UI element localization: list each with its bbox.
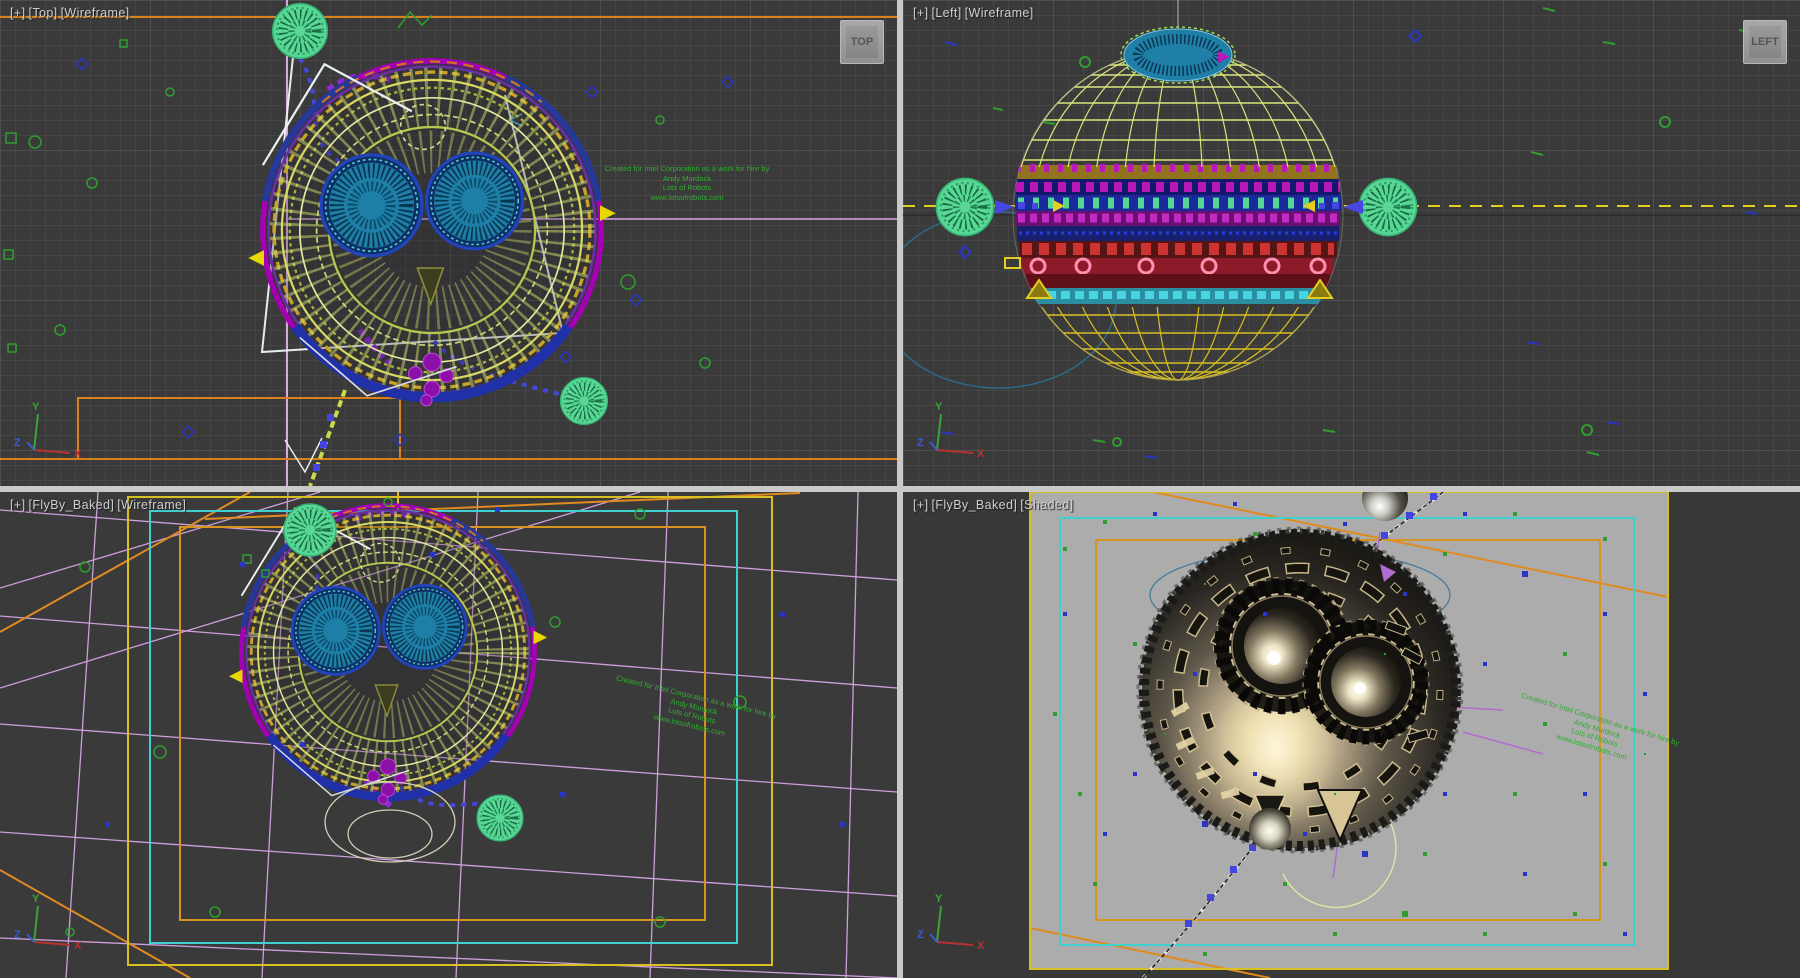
axis-y-label: Y <box>32 893 40 905</box>
axis-gizmo: X Y Z <box>917 401 985 460</box>
viewport-mode-button[interactable]: [Wireframe] <box>61 6 130 20</box>
green-sphere-bottom <box>477 795 523 841</box>
viewport-mode-button[interactable]: [Shaded] <box>1020 498 1073 512</box>
viewport-mode-button[interactable]: [Wireframe] <box>965 6 1034 20</box>
viewport-flyby-wireframe[interactable]: X Y Z [+] [FlyBy_Baked] [Wireframe] Crea… <box>0 492 897 978</box>
axis-y-label: Y <box>32 401 40 413</box>
axis-z-label: Z <box>917 929 924 941</box>
axis-x-label: X <box>977 448 985 460</box>
owl-model-left-view <box>1013 27 1343 380</box>
scene-flyby-shaded: X Y Z <box>903 492 1800 978</box>
owl-model-wireframe <box>248 61 615 406</box>
viewport-label: [+] [FlyBy_Baked] [Wireframe] <box>10 498 186 512</box>
axis-z-label: Z <box>14 437 21 449</box>
viewcube-left[interactable]: LEFT <box>1743 20 1787 64</box>
axis-y-label: Y <box>935 401 943 413</box>
scene-top-wireframe: X Y Z <box>0 0 897 486</box>
scene-flyby-wireframe: X Y Z <box>0 492 897 978</box>
viewcube-face-label: TOP <box>851 36 873 48</box>
viewport-menu-button[interactable]: [+] <box>10 498 25 512</box>
axis-gizmo: X Y Z <box>14 401 82 460</box>
axis-x-label: X <box>74 940 82 952</box>
axis-gizmo: X Y Z <box>14 893 82 952</box>
axis-z-label: Z <box>917 437 924 449</box>
green-sphere-right <box>1359 178 1416 235</box>
mini-sphere-bottom <box>1249 808 1291 850</box>
green-sphere-top <box>273 4 328 59</box>
viewport-left-view[interactable]: X Y Z [+] [Left] [Wireframe] LEFT <box>903 0 1800 486</box>
viewport-menu-button[interactable]: [+] <box>913 6 928 20</box>
axis-y-label: Y <box>935 893 943 905</box>
viewport-top-view[interactable]: X Y Z [+] [Top] [Wireframe] TOP Created … <box>0 0 897 486</box>
viewport-view-button[interactable]: [FlyBy_Baked] <box>931 498 1017 512</box>
scene-left-wireframe: X Y Z <box>903 0 1800 486</box>
viewport-label: [+] [Left] [Wireframe] <box>913 6 1034 20</box>
viewcube-top[interactable]: TOP <box>840 20 884 64</box>
viewport-flyby-shaded[interactable]: X Y Z [+] [FlyBy_Baked] [Shaded] Created… <box>903 492 1800 978</box>
viewport-label: [+] [Top] [Wireframe] <box>10 6 130 20</box>
axis-x-label: X <box>74 448 82 460</box>
owl-model-wireframe <box>229 506 547 805</box>
viewport-label: [+] [FlyBy_Baked] [Shaded] <box>913 498 1074 512</box>
viewport-menu-button[interactable]: [+] <box>913 498 928 512</box>
green-sphere-top <box>284 504 336 556</box>
viewport-mode-button[interactable]: [Wireframe] <box>117 498 186 512</box>
viewport-view-button[interactable]: [Top] <box>28 6 57 20</box>
viewcube-face-label: LEFT <box>1751 36 1779 48</box>
green-sphere-bottom <box>561 378 608 425</box>
axis-x-label: X <box>977 940 985 952</box>
viewport-grid: X Y Z [+] [Top] [Wireframe] TOP Created … <box>0 0 1800 978</box>
axis-z-label: Z <box>14 929 21 941</box>
viewport-menu-button[interactable]: [+] <box>10 6 25 20</box>
viewport-view-button[interactable]: [FlyBy_Baked] <box>28 498 114 512</box>
viewport-view-button[interactable]: [Left] <box>931 6 961 20</box>
axis-gizmo: X Y Z <box>917 893 985 952</box>
green-sphere-left <box>936 178 993 235</box>
